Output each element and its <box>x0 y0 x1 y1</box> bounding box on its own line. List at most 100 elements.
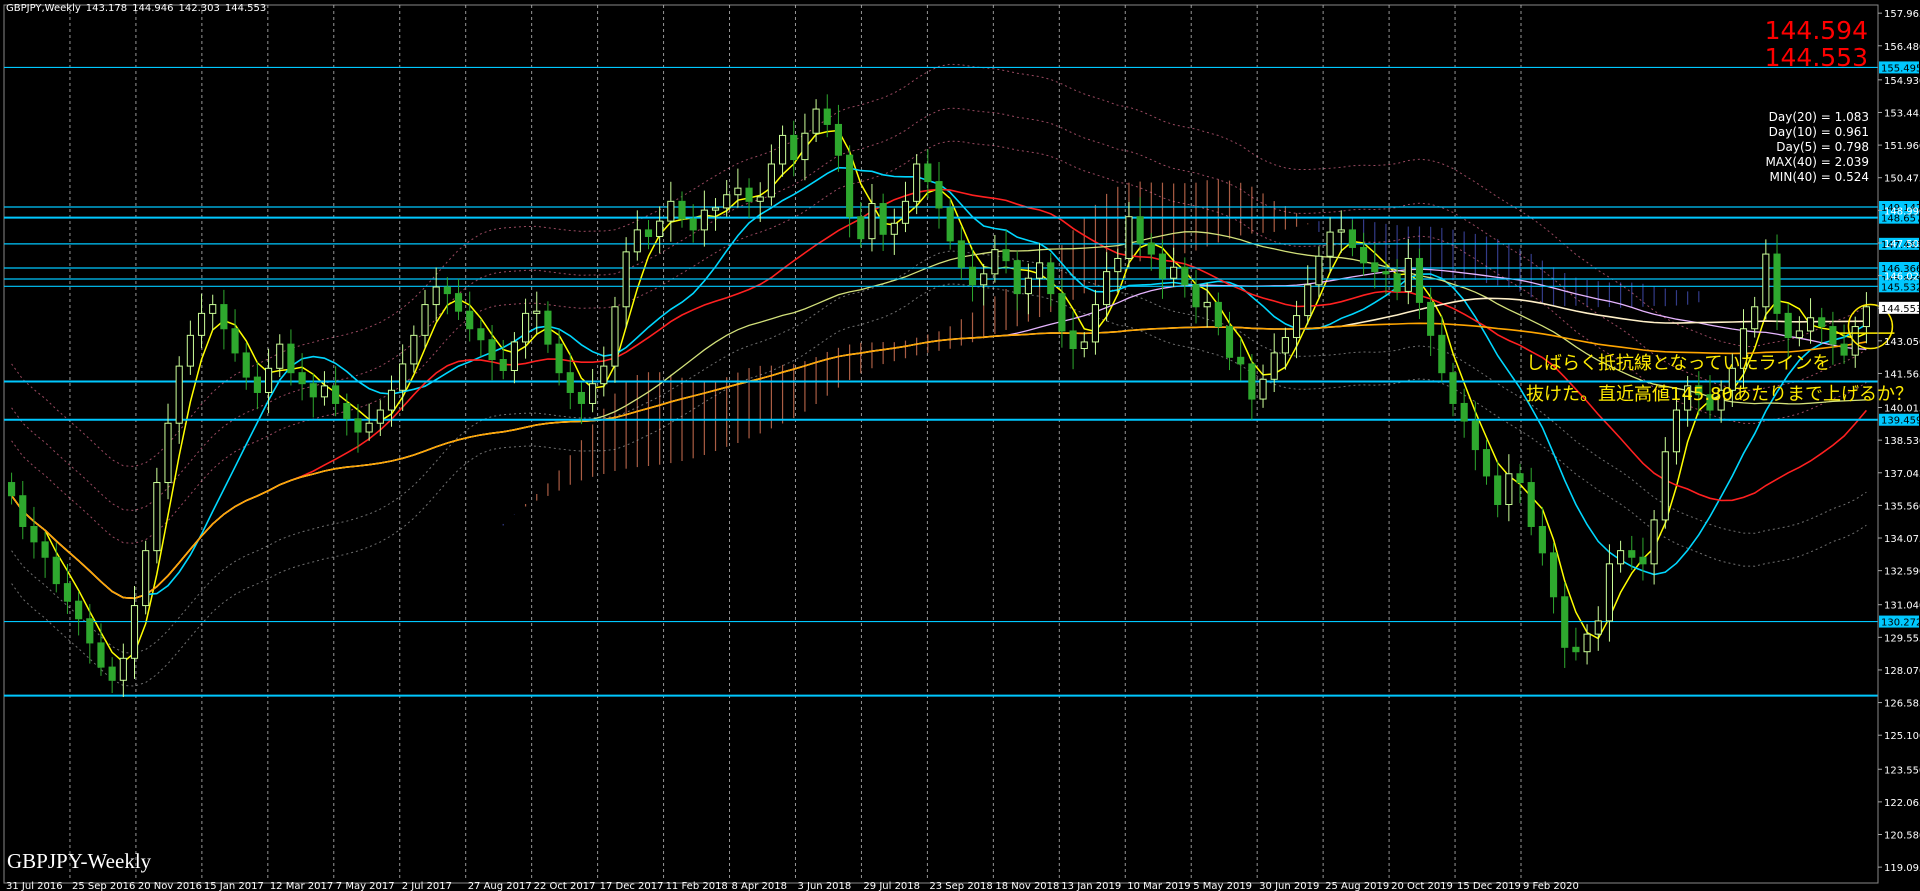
bull-candle <box>1024 277 1032 295</box>
bull-candle <box>1862 306 1870 328</box>
close-value: 144.553 <box>224 3 267 14</box>
price-tick-label: 126.585 <box>1884 699 1920 710</box>
price-axis: 157.965 156.480 154.930 153.445 151.960 150.4… <box>1877 5 1920 883</box>
bull-candle <box>801 132 809 161</box>
bull-candle <box>421 304 429 336</box>
bear-candle <box>253 376 261 393</box>
bear-candle <box>466 310 474 330</box>
price-tick-label: 138.530 <box>1884 436 1920 447</box>
bear-candle <box>1002 249 1010 262</box>
time-tick-label: 9 Feb 2020 <box>1523 881 1579 891</box>
bull-candle <box>1337 229 1345 233</box>
bull-candle <box>1583 633 1591 653</box>
bull-candle <box>510 341 518 371</box>
annotation-line-1: しばらく抵抗線となっていたラインを <box>1526 353 1831 374</box>
bull-candle <box>153 482 161 552</box>
bull-candle <box>1259 378 1267 400</box>
bear-candle <box>1494 475 1502 506</box>
price-tick-label: 122.065 <box>1884 798 1920 809</box>
bear-candle <box>231 328 239 354</box>
bull-candle <box>1315 255 1323 286</box>
bull-candle <box>734 187 742 196</box>
bear-candle <box>52 556 60 585</box>
price-tick-label: 132.590 <box>1884 567 1920 578</box>
bear-candle <box>1449 372 1457 404</box>
bear-candle <box>1549 552 1558 598</box>
bull-candle <box>1594 620 1602 635</box>
bull-candle <box>890 222 898 235</box>
stat-day10: Day(10) = 0.961 <box>1768 125 1869 139</box>
bear-candle <box>935 181 943 209</box>
bear-candle <box>309 383 317 398</box>
price-tick-label: 154.930 <box>1884 76 1920 87</box>
bear-candle <box>1639 556 1647 565</box>
bear-candle <box>1360 246 1368 264</box>
bull-candle <box>1762 253 1770 308</box>
bull-candle <box>1114 257 1122 273</box>
bear-candle <box>823 108 831 125</box>
price-chart[interactable]: 155.495149.142148.657147.465146.366145.8… <box>0 0 1920 891</box>
grid <box>3 4 1879 884</box>
ask-price: 144.594 <box>1764 16 1868 45</box>
bear-candle <box>1784 312 1792 339</box>
time-tick-label: 7 May 2017 <box>336 881 395 891</box>
annotation-line-2: 抜けた。直近高値145.80あたりまで上げるか？ <box>1526 384 1913 405</box>
bear-candle <box>97 642 105 668</box>
bear-candle <box>1047 262 1055 295</box>
time-tick-label: 15 Jan 2017 <box>204 881 264 891</box>
bull-candle <box>611 306 619 367</box>
high-value: 144.946 <box>132 3 174 14</box>
time-tick-label: 12 Mar 2017 <box>270 881 333 891</box>
bull-candle <box>1617 550 1625 565</box>
bull-candle <box>991 249 999 275</box>
bull-candle <box>265 367 273 393</box>
moving-average-line <box>11 268 1867 599</box>
bear-candle <box>499 359 507 371</box>
bear-candle <box>1225 326 1234 358</box>
bear-candle <box>1427 301 1435 336</box>
bear-candle <box>220 304 228 330</box>
bull-candle <box>1304 284 1312 317</box>
time-tick-label: 25 Aug 2019 <box>1325 881 1389 891</box>
time-tick-label: 22 Oct 2017 <box>534 881 596 891</box>
bull-candle <box>1203 301 1211 308</box>
price-tick-label: 129.555 <box>1884 633 1920 644</box>
bull-candle <box>399 363 407 391</box>
bull-candle <box>1035 262 1044 279</box>
bull-candle <box>980 273 988 286</box>
bear-candle <box>577 391 586 404</box>
bull-candle <box>376 409 384 424</box>
bear-candle <box>287 343 295 374</box>
bear-candle <box>745 187 753 202</box>
bear-candle <box>443 286 451 295</box>
bull-candle <box>1270 352 1278 380</box>
bear-candle <box>1471 420 1479 451</box>
bear-candle <box>298 372 306 385</box>
bull-candle <box>119 657 127 681</box>
bull-candle <box>700 209 708 231</box>
bear-candle <box>1181 266 1189 286</box>
bear-candle <box>678 200 686 220</box>
bear-candle <box>1371 262 1379 273</box>
stat-day20: Day(20) = 1.083 <box>1768 110 1869 124</box>
bull-candle <box>197 312 206 336</box>
bear-candle <box>242 352 250 378</box>
bear-candle <box>1348 229 1356 248</box>
bear-candle <box>689 218 697 231</box>
bear-candle <box>1415 257 1424 303</box>
bear-candle <box>566 372 574 393</box>
bear-candle <box>1572 646 1580 653</box>
bear-candle <box>1538 525 1546 554</box>
open-value: 143.178 <box>85 3 128 14</box>
bull-candle <box>432 286 440 306</box>
bear-candle <box>354 418 362 433</box>
bull-candle <box>767 163 775 198</box>
bull-candle <box>1751 306 1759 330</box>
hline-price-label: 130.272 <box>1881 618 1920 629</box>
bear-candle <box>790 134 798 161</box>
time-tick-label: 11 Feb 2018 <box>666 881 728 891</box>
bull-candle <box>186 334 194 367</box>
bull-candle <box>1505 473 1513 506</box>
bear-candle <box>1561 596 1569 648</box>
bear-candle <box>1136 216 1144 244</box>
